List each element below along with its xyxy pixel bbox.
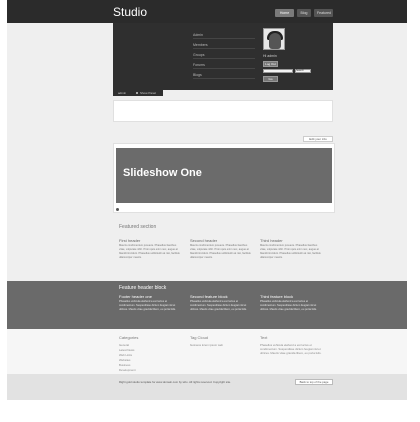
slideshow-pager-dot[interactable] [116, 208, 119, 211]
back-to-top-button[interactable]: Back to top of the page [295, 379, 333, 385]
nav-home-button[interactable]: Home [275, 9, 294, 17]
nav-featured-button[interactable]: Featured [314, 9, 333, 17]
panel-go-button[interactable]: Go [263, 76, 278, 82]
avatar-face-shape [269, 33, 281, 49]
panel-tab-dot-icon [136, 92, 138, 94]
footer-text-title: Text [260, 335, 268, 340]
featured-section-heading: Featured section [119, 224, 157, 230]
feature-block-col-1-title: Footer header one [119, 294, 152, 299]
footer-category-link[interactable]: Business [119, 363, 130, 367]
featured-col-1-text: Mauris condimentum posuere. Phasellus fa… [119, 244, 180, 259]
featured-col-3-title: Third header [260, 238, 283, 243]
slideshow-title: Slideshow One [123, 167, 202, 179]
copyright-text: Right gold studio template for www.domai… [119, 380, 231, 384]
feature-block-col-3-title: Third feature block [260, 294, 294, 299]
panel-menu-item-admin[interactable]: Admin [193, 31, 255, 39]
panel-menu-item-blogs[interactable]: Blogs [193, 71, 255, 79]
nav-blog-button[interactable]: Blog [297, 9, 311, 17]
feature-header-block: Feature header block Footer header one P… [7, 281, 407, 329]
slideshow-container: Slideshow One [113, 143, 335, 213]
feature-block-heading: Feature header block [119, 285, 167, 291]
footer-tagcloud-tags[interactable]: business lorem ipsum web [190, 343, 223, 347]
footer-tagcloud-title: Tag Cloud [190, 335, 209, 340]
panel-welcome-text: Hi admin [263, 54, 277, 58]
footer-categories-title: Categories [119, 335, 139, 340]
site-brand[interactable]: Studio [113, 5, 147, 19]
panel-search-input[interactable] [263, 69, 293, 73]
feature-block-col-1-text: Phasellus vehicula eleifend a est luctus… [119, 300, 176, 311]
panel-search-select[interactable]: Search [295, 69, 311, 73]
footer-category-link[interactable]: Latest News [119, 348, 134, 352]
footer-category-link[interactable]: Development [119, 368, 135, 372]
footer-columns: Categories General Latest News Web Links… [7, 329, 407, 377]
panel-toggle-tab[interactable]: admin Show Panel [113, 90, 163, 96]
panel-menu-item-forums[interactable]: Forums [193, 61, 255, 69]
feature-block-col-3-text: Phasellus vehicula eleifend a est luctus… [260, 300, 317, 311]
featured-col-2-text: Mauris condimentum posuere. Phasellus fa… [190, 244, 251, 259]
logout-button[interactable]: Log Out [263, 61, 278, 67]
panel-tab-label: admin [118, 91, 127, 95]
footer-category-link[interactable]: General [119, 343, 129, 347]
user-avatar[interactable] [263, 28, 285, 50]
feature-block-col-2-title: Second feature block [190, 294, 228, 299]
feature-block-col-2-text: Phasellus vehicula eleifend a est luctus… [190, 300, 247, 311]
slideshow-slide[interactable]: Slideshow One [116, 148, 332, 203]
footer-category-link[interactable]: Websites [119, 358, 130, 362]
footer-category-link[interactable]: Web Links [119, 353, 132, 357]
admin-panel: Admin Members Groups Forums Blogs Hi adm… [113, 23, 333, 90]
content-box [113, 100, 333, 122]
featured-col-3-text: Mauris condimentum posuere. Phasellus fa… [260, 244, 321, 259]
edit-info-button[interactable]: Edit your info [303, 136, 333, 142]
featured-col-2-title: Second header [190, 238, 218, 243]
panel-menu-item-members[interactable]: Members [193, 41, 255, 49]
featured-col-1-title: First header [119, 238, 141, 243]
browser-viewport: Studio Home Blog Featured Admin Members … [0, 0, 420, 422]
panel-menu-item-groups[interactable]: Groups [193, 51, 255, 59]
bottom-bar: Right gold studio template for www.domai… [7, 374, 407, 400]
footer-text-body: Phasellus vehicula eleifend a est luctus… [260, 343, 322, 355]
top-header-bar: Studio Home Blog Featured [7, 0, 407, 23]
page: Studio Home Blog Featured Admin Members … [7, 0, 407, 400]
panel-tab-action[interactable]: Show Panel [140, 91, 156, 95]
